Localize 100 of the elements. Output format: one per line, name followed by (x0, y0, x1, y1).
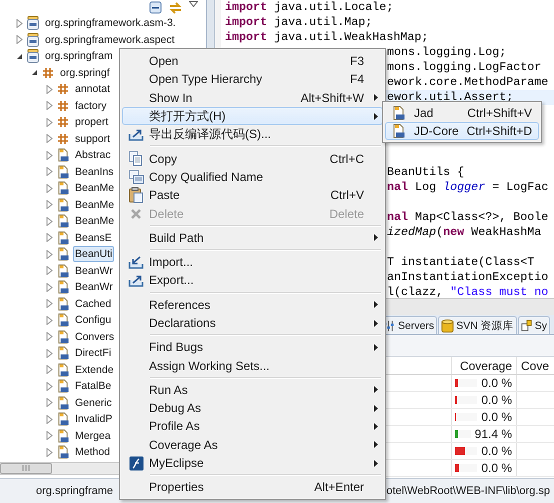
tree-item[interactable]: FatalBe (73, 378, 114, 394)
menu-item[interactable]: Debug As (122, 399, 383, 418)
link-arrows-icon[interactable] (168, 0, 183, 14)
tree-item[interactable]: DirectFi (73, 345, 114, 362)
menu-item[interactable]: Open F3 (122, 52, 383, 70)
tree-item[interactable]: BeansE (73, 230, 114, 246)
code-line: mons.logging.LogFactor (387, 60, 542, 75)
menu-item[interactable]: MyEclipse (122, 454, 383, 472)
tree-item[interactable]: BeanMe (73, 196, 116, 213)
menu-item[interactable]: Paste Ctrl+V (122, 186, 383, 204)
menu-item[interactable]: Export... (122, 271, 383, 290)
menu-item[interactable]: Open Type Hierarchy F4 (122, 70, 383, 89)
collapsed-arrow-icon[interactable] (46, 184, 53, 193)
collapsed-arrow-icon[interactable] (46, 398, 53, 408)
collapsed-arrow-icon[interactable] (46, 134, 53, 144)
code-line: mons.logging.Log; (387, 45, 506, 60)
menu-item[interactable]: Coverage As (122, 436, 383, 454)
collapsed-arrow-icon[interactable] (46, 216, 53, 226)
tree-item[interactable]: org.springframework.aspect (43, 32, 177, 48)
selected-tree-item[interactable]: BeanUti (73, 246, 114, 262)
package-icon (57, 83, 69, 96)
tree-item[interactable]: Abstrac (73, 147, 113, 164)
tree-item[interactable]: BeanMe (73, 213, 116, 230)
collapsed-arrow-icon[interactable] (46, 316, 53, 325)
menu-item[interactable]: Run As (122, 380, 383, 400)
submenu-arrow-icon (374, 344, 378, 351)
tree-item[interactable]: Method (73, 444, 112, 460)
collapsed-arrow-icon[interactable] (46, 299, 53, 308)
tree-item[interactable]: BeanWr (73, 279, 115, 296)
collapsed-arrow-icon[interactable] (46, 431, 53, 440)
package-icon (57, 100, 69, 112)
collapsed-arrow-icon[interactable] (46, 200, 53, 210)
tree-item[interactable]: factory (73, 98, 109, 114)
scrollbar-thumb[interactable] (0, 462, 52, 474)
tree-item[interactable]: Generic (73, 394, 114, 411)
menu-item[interactable]: Assign Working Sets... (122, 356, 383, 375)
submenu-item[interactable]: Jad Ctrl+Shift+V (385, 104, 539, 122)
column-header[interactable]: Cove (517, 357, 554, 374)
dropdown-icon[interactable] (189, 1, 198, 7)
tree-item[interactable]: Convers (73, 328, 116, 345)
code-line: l(clazz, "Class must no (387, 285, 548, 298)
tree-item[interactable]: Cached (73, 296, 114, 312)
column-header[interactable]: Coverage (451, 357, 517, 374)
menu-item[interactable]: References (122, 296, 383, 314)
class-file-icon (57, 247, 69, 262)
tree-item[interactable]: Mergea (73, 428, 113, 444)
expanded-arrow-icon[interactable] (16, 52, 23, 60)
tree-item[interactable]: BeanMe (73, 180, 116, 196)
collapsed-arrow-icon[interactable] (46, 448, 53, 457)
menu-item[interactable]: 类打开方式(H) (122, 106, 383, 126)
tree-item[interactable]: propert (73, 114, 110, 130)
menu-item[interactable]: Declarations (122, 314, 383, 332)
view-tab[interactable]: SVN 资源库 (438, 316, 517, 334)
menu-item[interactable]: Profile As (122, 417, 383, 436)
coverage-value: 0.0 % (481, 444, 512, 458)
menu-item[interactable]: Find Bugs (122, 338, 383, 356)
tree-item[interactable]: InvalidP (73, 411, 114, 428)
submenu-item[interactable]: JD-Core Ctrl+Shift+D (385, 122, 539, 140)
jar-icon (27, 49, 39, 64)
tree-item[interactable]: BeanIns (73, 164, 116, 180)
collapsed-arrow-icon[interactable] (46, 332, 53, 342)
collapsed-arrow-icon[interactable] (16, 35, 23, 44)
menu-item[interactable]: Import... (122, 252, 383, 272)
collapsed-arrow-icon[interactable] (46, 414, 53, 424)
collapsed-arrow-icon[interactable] (46, 382, 53, 391)
menu-item[interactable]: Build Path (122, 228, 383, 247)
menu-item[interactable]: 导出反编译源代码(S)... (122, 125, 383, 144)
status-text: org.springframe (36, 485, 114, 497)
collapsed-arrow-icon[interactable] (46, 250, 53, 259)
menu-item[interactable]: Show In Alt+Shift+W (122, 88, 383, 107)
submenu-arrow-icon (374, 404, 378, 412)
collapsed-arrow-icon[interactable] (46, 167, 53, 176)
tree-item[interactable]: BeanWr (73, 262, 115, 279)
menu-item[interactable]: Copy Ctrl+C (122, 149, 383, 168)
tree-item[interactable]: support (73, 130, 112, 147)
expanded-arrow-icon[interactable] (31, 69, 38, 76)
collapsed-arrow-icon[interactable] (46, 84, 53, 94)
tree-item[interactable]: org.springframework.asm-3. (43, 15, 178, 32)
collapsed-arrow-icon[interactable] (46, 101, 53, 110)
collapse-all-icon[interactable] (149, 1, 162, 14)
collapsed-arrow-icon[interactable] (16, 18, 23, 28)
view-tab[interactable]: Sy (518, 316, 550, 334)
collapsed-arrow-icon[interactable] (46, 150, 53, 160)
collapsed-arrow-icon[interactable] (46, 282, 53, 292)
collapsed-arrow-icon[interactable] (46, 233, 53, 242)
shortcut-text: F4 (350, 72, 364, 86)
code-line: anInstantiationExceptio (387, 270, 548, 285)
menu-item[interactable]: Properties Alt+Enter (122, 478, 383, 497)
submenu-arrow-icon (374, 94, 378, 102)
tree-item[interactable]: org.springf (58, 64, 112, 81)
tree-item[interactable]: Configu (73, 312, 114, 328)
collapsed-arrow-icon[interactable] (46, 266, 53, 276)
collapsed-arrow-icon[interactable] (46, 118, 53, 127)
collapsed-arrow-icon[interactable] (46, 365, 53, 374)
export-icon (128, 273, 144, 288)
menu-item[interactable]: Copy Qualified Name (122, 168, 383, 186)
tree-item[interactable]: Extende (73, 362, 116, 378)
collapsed-arrow-icon[interactable] (46, 348, 53, 358)
tree-item[interactable]: annotat (73, 81, 112, 98)
tree-item[interactable]: org.springfram (43, 48, 115, 64)
